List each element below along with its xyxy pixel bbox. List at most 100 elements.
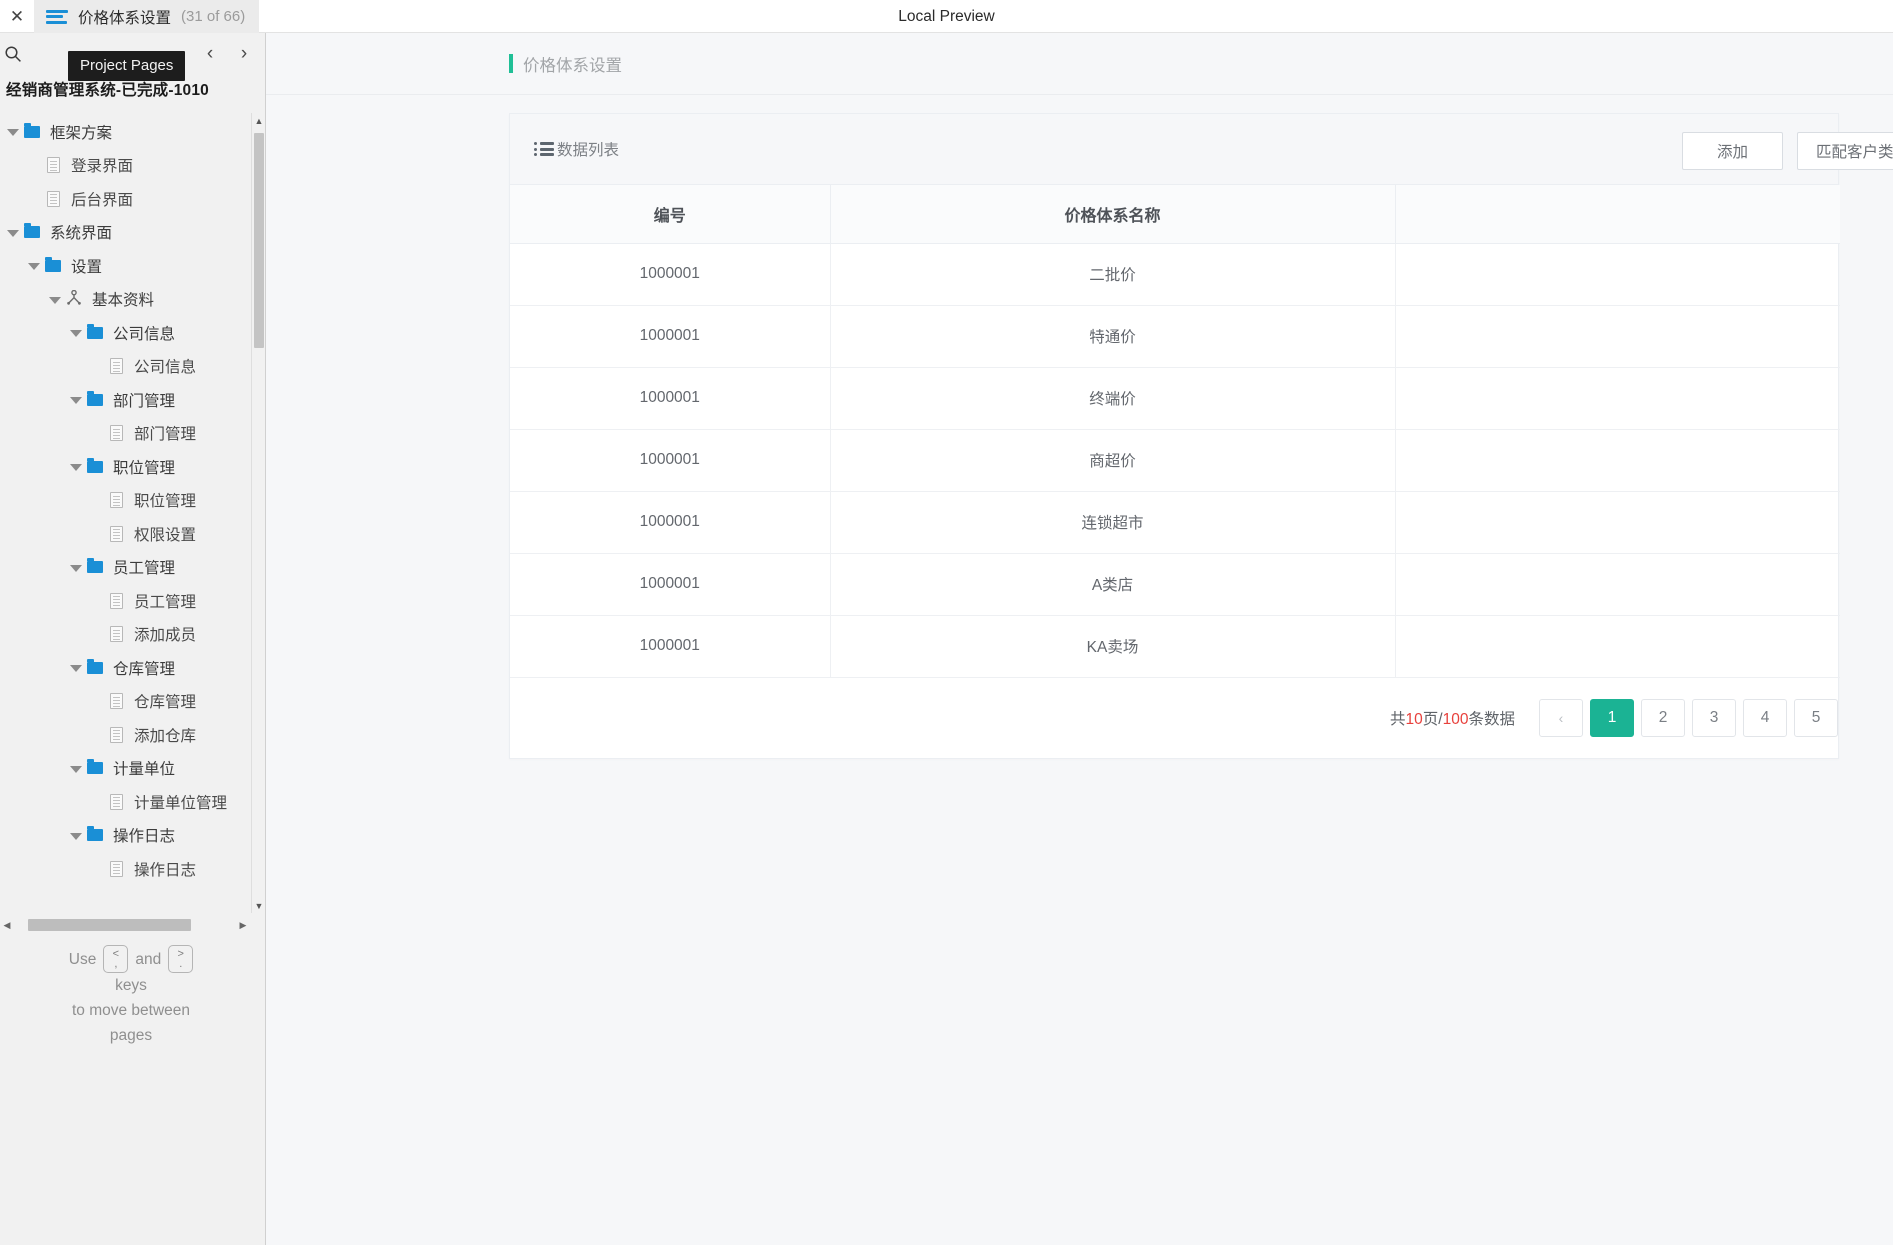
- tree-item[interactable]: 公司信息: [0, 350, 250, 384]
- tree-item[interactable]: 员工管理: [0, 584, 250, 618]
- scroll-right-icon[interactable]: ▶: [236, 917, 250, 933]
- chevron-down-icon[interactable]: [67, 559, 84, 576]
- tree-item[interactable]: 操作日志: [0, 852, 250, 886]
- tree-item-label: 职位管理: [113, 459, 176, 477]
- tree-item-label: 基本资料: [92, 292, 155, 310]
- chevron-down-icon[interactable]: [4, 123, 21, 140]
- prev-page-arrow[interactable]: ‹: [198, 39, 222, 67]
- keyboard-help: Use < , and > . keys to move between pag…: [0, 945, 262, 1048]
- table-row[interactable]: 1000001 连锁超市: [510, 491, 1840, 554]
- pagination-page-button[interactable]: 3: [1692, 698, 1736, 737]
- scroll-left-icon[interactable]: ◀: [0, 917, 14, 933]
- table-cell-extra: [1395, 367, 1840, 430]
- scrollbar-thumb[interactable]: [254, 133, 264, 348]
- summary-prefix: 共: [1390, 710, 1406, 728]
- tree-item[interactable]: 职位管理: [0, 484, 250, 518]
- page-tab-count: (31 of 66): [181, 8, 246, 25]
- pagination-page-button[interactable]: 5: [1794, 698, 1838, 737]
- table-row[interactable]: 1000001 KA卖场: [510, 615, 1840, 678]
- table-row[interactable]: 1000001 二批价: [510, 243, 1840, 306]
- topbar-left-group: ✕ 价格体系设置 (31 of 66): [0, 0, 260, 33]
- folder-icon: [21, 122, 43, 138]
- folder-icon: [84, 826, 106, 842]
- table-row[interactable]: 1000001 A类店: [510, 553, 1840, 616]
- tree-item[interactable]: 操作日志: [0, 819, 250, 853]
- tree-item[interactable]: 部门管理: [0, 383, 250, 417]
- table-row[interactable]: 1000001 特通价: [510, 305, 1840, 368]
- pagination-prev-button[interactable]: ‹: [1539, 698, 1583, 737]
- chevron-down-icon[interactable]: [25, 257, 42, 274]
- tree-item[interactable]: 职位管理: [0, 450, 250, 484]
- tree-horizontal-scrollbar[interactable]: ◀ ▶: [0, 917, 250, 933]
- table-row[interactable]: 1000001 商超价: [510, 429, 1840, 492]
- tree-item-label: 操作日志: [134, 861, 197, 879]
- tree-item[interactable]: 权限设置: [0, 517, 250, 551]
- table-cell-extra: [1395, 491, 1840, 554]
- table-cell-name: 终端价: [830, 367, 1396, 430]
- tree-item-label: 权限设置: [134, 526, 197, 544]
- add-button[interactable]: 添加: [1681, 132, 1783, 170]
- tree-item[interactable]: 员工管理: [0, 551, 250, 585]
- project-title: 经销商管理系统-已完成-1010: [6, 82, 210, 99]
- table-header-row: 编号 价格体系名称: [510, 185, 1840, 244]
- tree-item[interactable]: 基本资料: [0, 283, 250, 317]
- hamburger-icon[interactable]: [46, 9, 68, 25]
- chevron-down-icon[interactable]: [67, 827, 84, 844]
- keyboard-help-line-1: Use < , and > .: [0, 945, 262, 973]
- keyboard-help-line-3: to move between: [71, 1002, 191, 1019]
- tree-item[interactable]: 后台界面: [0, 182, 250, 216]
- data-list-title: 数据列表: [557, 142, 620, 159]
- chevron-down-icon[interactable]: [4, 224, 21, 241]
- tree-item[interactable]: 设置: [0, 249, 250, 283]
- tree-item[interactable]: 计量单位: [0, 752, 250, 786]
- table-cell-id: 1000001: [510, 243, 831, 306]
- pagination-page-button[interactable]: 2: [1641, 698, 1685, 737]
- tree-item-label: 部门管理: [134, 426, 197, 444]
- tree-item-label: 部门管理: [113, 392, 176, 410]
- search-icon[interactable]: [2, 43, 24, 65]
- tree-item[interactable]: 公司信息: [0, 316, 250, 350]
- next-page-arrow[interactable]: ›: [232, 39, 256, 67]
- prev-key-cap: < ,: [103, 945, 129, 973]
- chevron-down-icon[interactable]: [67, 760, 84, 777]
- data-list-actions: 添加 匹配客户类型: [1681, 132, 1893, 170]
- page-tree: 框架方案 登录界面 后台界面 系统界面 设置 基本资料 公司信息 公司信息 部门管理 部门管理 职位…: [0, 113, 250, 886]
- pagination-page-button[interactable]: 1: [1590, 698, 1634, 737]
- scroll-up-icon[interactable]: ▲: [252, 113, 266, 128]
- hscrollbar-thumb[interactable]: [28, 919, 191, 931]
- chevron-down-icon[interactable]: [67, 391, 84, 408]
- chevron-down-icon[interactable]: [67, 659, 84, 676]
- tree-item-label: 仓库管理: [134, 694, 197, 712]
- chevron-down-icon[interactable]: [46, 291, 63, 308]
- tree-item[interactable]: 系统界面: [0, 216, 250, 250]
- column-header-extra: [1395, 185, 1840, 244]
- scroll-down-icon[interactable]: ▼: [252, 898, 266, 913]
- tree-item[interactable]: 框架方案: [0, 115, 250, 149]
- tree-item[interactable]: 仓库管理: [0, 651, 250, 685]
- page-icon: [105, 693, 127, 710]
- match-customer-type-button[interactable]: 匹配客户类型: [1796, 132, 1893, 170]
- chevron-down-icon[interactable]: [67, 458, 84, 475]
- page-tab[interactable]: 价格体系设置 (31 of 66): [34, 0, 260, 33]
- tree-item[interactable]: 部门管理: [0, 417, 250, 451]
- tree-item[interactable]: 登录界面: [0, 149, 250, 183]
- tree-item[interactable]: 仓库管理: [0, 685, 250, 719]
- hscrollbar-track[interactable]: [14, 917, 236, 933]
- tree-item[interactable]: 添加成员: [0, 618, 250, 652]
- summary-total-pages: 10: [1405, 710, 1423, 728]
- table-row[interactable]: 1000001 终端价: [510, 367, 1840, 430]
- folder-icon: [84, 658, 106, 674]
- summary-total-records: 100: [1442, 710, 1469, 728]
- close-icon[interactable]: ✕: [0, 0, 34, 33]
- tree-item-label: 登录界面: [71, 158, 134, 176]
- project-pages-tooltip: Project Pages: [68, 51, 186, 81]
- pagination-page-button[interactable]: 4: [1743, 698, 1787, 737]
- tree-vertical-scrollbar[interactable]: ▲ ▼: [251, 113, 265, 913]
- tree-item[interactable]: 添加仓库: [0, 718, 250, 752]
- tree-item[interactable]: 计量单位管理: [0, 785, 250, 819]
- chevron-down-icon[interactable]: [67, 324, 84, 341]
- page-icon: [105, 492, 127, 509]
